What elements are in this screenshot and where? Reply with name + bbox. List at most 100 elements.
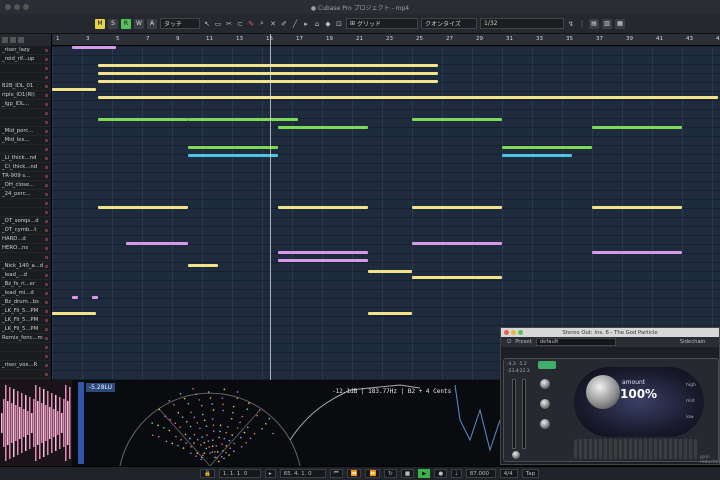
mute-mode-button[interactable]: M	[95, 18, 105, 29]
event-clip[interactable]	[412, 242, 502, 245]
play-tool-icon[interactable]: ▸	[302, 20, 310, 28]
amount-knob[interactable]	[586, 375, 620, 409]
panel-toggle-left[interactable]: ▤	[589, 18, 599, 29]
track-header[interactable]: _Li_thick...nd	[0, 154, 51, 163]
event-clip[interactable]	[98, 80, 438, 83]
draw-tool-icon[interactable]: ✐	[280, 20, 288, 28]
window-controls[interactable]	[5, 4, 29, 10]
lock-icon[interactable]: 🔒	[200, 469, 215, 478]
event-clip[interactable]	[52, 88, 96, 91]
tempo-field[interactable]: 87.000	[465, 469, 496, 478]
track-header[interactable]: HARD...d	[0, 235, 51, 244]
quantize-value-select[interactable]: 1/32	[480, 18, 564, 29]
line-tool-icon[interactable]: ╱	[291, 20, 299, 28]
quantize-apply-icon[interactable]: ↯	[567, 20, 575, 28]
event-clip[interactable]	[502, 146, 592, 149]
track-header[interactable]	[0, 73, 51, 82]
event-clip[interactable]	[412, 276, 502, 279]
forward-icon[interactable]: ⏩	[365, 469, 381, 478]
event-clip[interactable]	[92, 296, 98, 299]
track-header[interactable]: _Cl_thick...nd	[0, 163, 51, 172]
track-header[interactable]: _lgp_IDL...	[0, 100, 51, 109]
event-clip[interactable]	[98, 206, 188, 209]
event-clip[interactable]	[98, 96, 718, 99]
event-clip[interactable]	[188, 264, 218, 267]
timeline-ruler[interactable]: 1357911131517192123252729313335373941434…	[52, 34, 720, 46]
event-clip[interactable]	[72, 46, 116, 49]
minimize-icon[interactable]	[14, 4, 20, 10]
signature-field[interactable]: 4/4	[499, 469, 518, 478]
automation-button[interactable]: A	[147, 18, 157, 29]
track-header[interactable]: _Nick_140_a...d	[0, 262, 51, 271]
track-header[interactable]: _riser_vox...R	[0, 361, 51, 370]
track-header[interactable]: _Bz_drum...bs	[0, 298, 51, 307]
arrow-tool-icon[interactable]: ↖	[203, 20, 211, 28]
minimize-icon[interactable]	[511, 330, 516, 335]
close-icon[interactable]	[5, 4, 11, 10]
quantize-settings-icon[interactable]: ⋮	[578, 20, 586, 28]
track-header[interactable]: _lead_...d	[0, 271, 51, 280]
event-clip[interactable]	[278, 206, 368, 209]
metronome-icon[interactable]: ♩	[451, 469, 462, 478]
add-track-icon[interactable]	[2, 37, 8, 43]
event-clip[interactable]	[368, 312, 412, 315]
preset-select[interactable]: default	[535, 338, 616, 346]
playhead-cursor[interactable]	[270, 34, 271, 380]
close-icon[interactable]	[504, 330, 509, 335]
track-header[interactable]: _OH_close...	[0, 181, 51, 190]
track-header[interactable]	[0, 109, 51, 118]
track-header[interactable]: _LK_Fil_5...PM	[0, 316, 51, 325]
range-tool-icon[interactable]: ▭	[214, 20, 222, 28]
track-header[interactable]	[0, 343, 51, 352]
zoom-tool-icon[interactable]: ⌕	[258, 19, 266, 28]
erase-tool-icon[interactable]: ✎	[247, 20, 255, 28]
input-fader[interactable]	[512, 379, 516, 449]
track-header[interactable]	[0, 352, 51, 361]
mute-tool-icon[interactable]: ✕	[269, 20, 277, 28]
track-header[interactable]	[0, 64, 51, 73]
tap-button[interactable]: Tap	[521, 469, 540, 478]
event-clip[interactable]	[592, 206, 682, 209]
track-header[interactable]: B2B_IDL_01	[0, 82, 51, 91]
event-clip[interactable]	[412, 206, 502, 209]
track-header[interactable]: _reid_rif...up	[0, 55, 51, 64]
comp-tool-icon[interactable]: ⌂	[313, 20, 321, 28]
panel-toggle-bottom[interactable]: ▥	[602, 18, 612, 29]
event-clip[interactable]	[412, 118, 502, 121]
track-header[interactable]: _Bz_fs_ri...er	[0, 280, 51, 289]
rewind-icon[interactable]: ⏪	[346, 469, 362, 478]
event-clip[interactable]	[188, 146, 278, 149]
track-header[interactable]	[0, 208, 51, 217]
event-clip[interactable]	[278, 259, 368, 262]
grid-type-select[interactable]: ⊞ グリッド	[346, 18, 418, 29]
snap-icon[interactable]: ⊡	[335, 20, 343, 28]
track-header[interactable]	[0, 370, 51, 379]
tone-knob[interactable]	[540, 399, 550, 409]
track-header[interactable]: _LK_Fil_5...PM	[0, 307, 51, 316]
event-clip[interactable]	[592, 126, 682, 129]
track-header[interactable]: _24_perc...	[0, 190, 51, 199]
marker-icon[interactable]: ▸	[264, 469, 276, 478]
track-header[interactable]: Remix_fenc...m	[0, 334, 51, 343]
output-fader[interactable]	[522, 379, 526, 449]
record-icon[interactable]: ●	[434, 469, 448, 478]
track-header[interactable]: _OT_sonqs...d	[0, 217, 51, 226]
stop-icon[interactable]: ■	[400, 469, 415, 478]
track-header[interactable]: riple_ID1(RI)	[0, 91, 51, 100]
bypass-icon[interactable]: ⏻	[507, 339, 511, 346]
event-clip[interactable]	[592, 251, 682, 254]
event-clip[interactable]	[98, 118, 188, 121]
folder-icon[interactable]	[10, 37, 16, 43]
write-button[interactable]: W	[134, 18, 144, 29]
read-button[interactable]: R	[121, 18, 131, 29]
quantize-select[interactable]: クオンタイズ	[421, 18, 477, 29]
mix-knob[interactable]	[540, 419, 550, 429]
glue-tool-icon[interactable]: ⊂	[236, 20, 244, 28]
track-header[interactable]: TR-909 s...	[0, 172, 51, 181]
track-header[interactable]	[0, 145, 51, 154]
event-clip[interactable]	[98, 64, 438, 67]
event-clip[interactable]	[368, 270, 412, 273]
search-icon[interactable]	[18, 37, 24, 43]
track-header[interactable]: _riser_lazy	[0, 46, 51, 55]
plugin-window-controls[interactable]	[504, 330, 523, 335]
